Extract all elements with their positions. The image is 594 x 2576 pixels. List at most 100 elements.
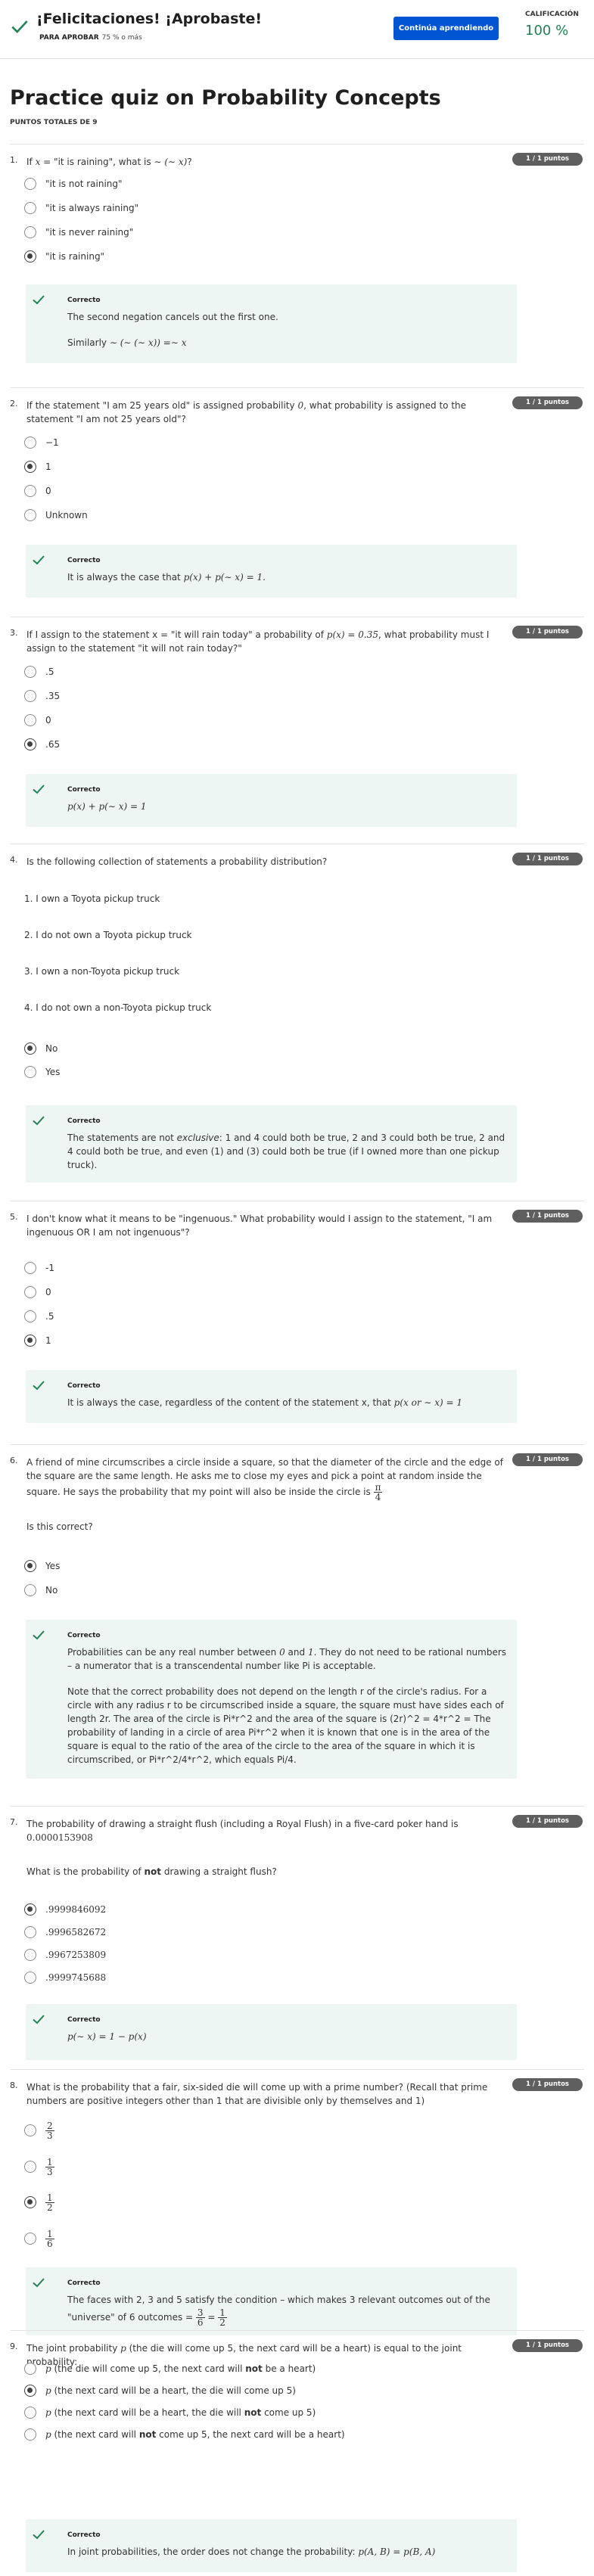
radio-button-selected[interactable] [24, 461, 36, 473]
radio-button[interactable] [24, 714, 36, 726]
answer-option[interactable]: p (the die will come up 5, the next card… [24, 2362, 316, 2376]
radio-button-selected[interactable] [24, 738, 36, 750]
answer-option-selected[interactable]: Yes [24, 1559, 60, 1573]
question-4: 4. Is the following collection of statem… [10, 844, 584, 1192]
statement: 3. I own a non-Toyota pickup truck [24, 966, 180, 977]
feedback-text: The faces with 2, 3 and 5 satisfy the co… [67, 2295, 490, 2305]
pass-label: PARA APROBAR [39, 34, 99, 42]
answer-option[interactable]: 16 [24, 2226, 54, 2251]
question-text: A friend of mine circumscribes a circle … [26, 1457, 503, 1502]
answer-option[interactable]: "it is always raining" [24, 201, 138, 215]
answer-option[interactable]: .5 [24, 1310, 54, 1323]
feedback-correct: Correcto p(∼ x) = 1 − p(x) [26, 2004, 517, 2060]
continue-learning-button[interactable]: Continúa aprendiendo [393, 17, 499, 40]
question-number: 3. [10, 628, 18, 638]
feedback-text: The statements are not exclusive: 1 and … [67, 1133, 505, 1170]
answer-option-selected[interactable]: p (the next card will be a heart, the di… [24, 2384, 296, 2397]
statement: 4. I do not own a non-Toyota pickup truc… [24, 1002, 212, 1013]
radio-button[interactable] [24, 2428, 36, 2441]
feedback-correct: Correcto It is always the case, regardle… [26, 1370, 517, 1423]
answer-option[interactable]: No [24, 1583, 58, 1597]
grade-value: 100 % [525, 23, 569, 39]
radio-button-selected[interactable] [24, 1560, 36, 1572]
feedback-text: Note that the correct probability does n… [67, 1686, 504, 1765]
check-icon [33, 785, 45, 794]
radio-button-selected[interactable] [24, 1043, 36, 1055]
radio-button[interactable] [24, 1972, 36, 1984]
result-title: ¡Felicitaciones! ¡Aprobaste! [36, 11, 263, 27]
answer-option[interactable]: .9967253809 [24, 1948, 106, 1962]
answer-option-selected[interactable]: No [24, 1042, 58, 1055]
radio-button[interactable] [24, 2233, 36, 2245]
feedback-label: Correcto [67, 786, 101, 794]
answer-option-selected[interactable]: 1 [24, 1334, 51, 1347]
radio-button[interactable] [24, 1310, 36, 1322]
question-8: 8. What is the probability that a fair, … [10, 2069, 584, 2335]
answer-option[interactable]: 0 [24, 1285, 51, 1299]
answer-option[interactable]: 23 [24, 2118, 54, 2143]
radio-button[interactable] [24, 1926, 36, 1938]
radio-button[interactable] [24, 1286, 36, 1298]
answer-option[interactable]: p (the next card will not come up 5, the… [24, 2428, 345, 2441]
question-3: 3. If I assign to the statement x = "it … [10, 617, 584, 844]
answer-option-selected[interactable]: .65 [24, 738, 60, 751]
radio-button-selected[interactable] [24, 1903, 36, 1916]
check-icon [33, 1116, 45, 1126]
question-text: Is the following collection of statement… [26, 856, 328, 867]
answer-option[interactable]: .9999745688 [24, 1971, 106, 1984]
check-icon [33, 2530, 45, 2540]
radio-button[interactable] [24, 485, 36, 497]
radio-button[interactable] [24, 437, 36, 449]
feedback-label: Correcto [67, 1117, 101, 1125]
radio-button-selected[interactable] [24, 2196, 36, 2208]
radio-button[interactable] [24, 2407, 36, 2419]
answer-option[interactable]: .35 [24, 689, 60, 703]
answer-option[interactable]: 0 [24, 484, 51, 498]
radio-button[interactable] [24, 178, 36, 190]
points-badge: 1 / 1 puntos [512, 2339, 583, 2352]
answer-option-selected[interactable]: 12 [24, 2190, 54, 2214]
divider [10, 387, 584, 388]
radio-button[interactable] [24, 1949, 36, 1961]
answer-option[interactable]: "it is not raining" [24, 177, 123, 191]
radio-button[interactable] [24, 1066, 36, 1078]
answer-option[interactable]: .5 [24, 665, 54, 679]
check-icon [33, 555, 45, 565]
radio-button[interactable] [24, 226, 36, 238]
answer-option[interactable]: Unknown [24, 508, 88, 522]
feedback-text: "universe" of 6 outcomes = 36 = 12 [67, 2307, 227, 2328]
feedback-correct: Correcto p(x) + p(∼ x) = 1 [26, 774, 517, 827]
radio-button[interactable] [24, 509, 36, 521]
question-2: 2. If the statement "I am 25 years old" … [10, 387, 584, 614]
question-number: 5. [10, 1212, 18, 1222]
question-subtext: Is this correct? [26, 1521, 93, 1532]
points-badge: 1 / 1 puntos [512, 153, 583, 166]
radio-button-selected[interactable] [24, 250, 36, 263]
answer-option[interactable]: 13 [24, 2155, 54, 2179]
answer-option[interactable]: "it is never raining" [24, 225, 133, 239]
answer-option[interactable]: 0 [24, 713, 51, 727]
radio-button[interactable] [24, 2124, 36, 2136]
radio-button-selected[interactable] [24, 2385, 36, 2397]
radio-button[interactable] [24, 690, 36, 702]
pass-value: 75 % o más [101, 34, 142, 42]
answer-option[interactable]: -1 [24, 1261, 54, 1275]
radio-button[interactable] [24, 2161, 36, 2173]
answer-option[interactable]: −1 [24, 436, 59, 449]
answer-option[interactable]: p (the next card will be a heart, the di… [24, 2406, 316, 2419]
answer-option-selected[interactable]: "it is raining" [24, 250, 104, 263]
answer-option[interactable]: Yes [24, 1065, 60, 1079]
divider [10, 1444, 584, 1445]
divider [10, 2330, 584, 2331]
radio-button[interactable] [24, 2363, 36, 2375]
answer-option[interactable]: .9996582672 [24, 1925, 106, 1939]
points-badge: 1 / 1 puntos [512, 853, 583, 865]
answer-option-selected[interactable]: .9999846092 [24, 1903, 106, 1916]
radio-button[interactable] [24, 202, 36, 214]
radio-button[interactable] [24, 1584, 36, 1596]
answer-option-selected[interactable]: 1 [24, 460, 51, 474]
radio-button[interactable] [24, 1262, 36, 1274]
points-badge: 1 / 1 puntos [512, 1453, 583, 1466]
radio-button-selected[interactable] [24, 1335, 36, 1347]
radio-button[interactable] [24, 666, 36, 678]
